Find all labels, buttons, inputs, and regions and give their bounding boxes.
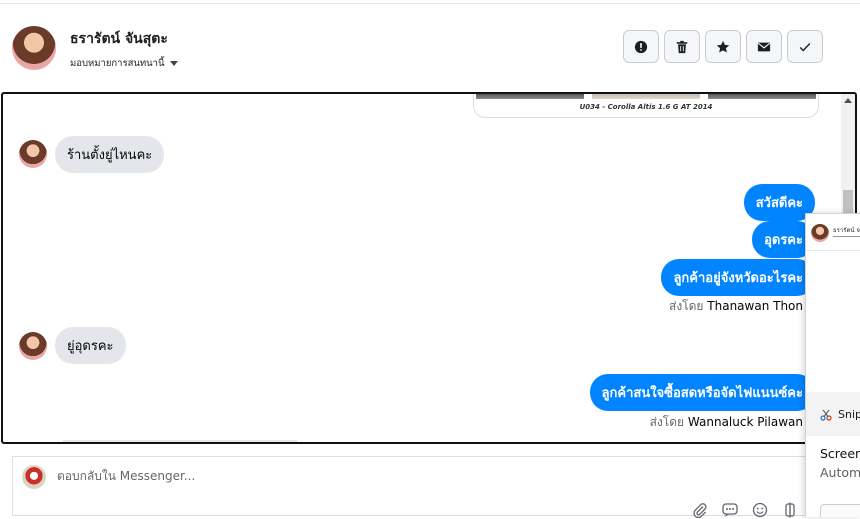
delete-button[interactable] bbox=[664, 30, 700, 63]
contact-name[interactable]: ธรารัตน์ จันสุตะ bbox=[70, 28, 168, 50]
message-thread[interactable]: U034 - Corolla Altis 1.6 G AT 2014 ร้านต… bbox=[1, 92, 857, 444]
reply-input[interactable] bbox=[57, 469, 657, 483]
incoming-message: ร้านตั้งยู่ไหนคะ bbox=[55, 136, 165, 173]
sent-by-label: ส่งโดย Thanawan Thon bbox=[669, 297, 803, 316]
divider bbox=[0, 3, 860, 4]
envelope-icon bbox=[757, 42, 771, 51]
outgoing-message: ลูกค้าสนใจซื้อสดหรือจัดไฟแนนซ์คะ bbox=[589, 374, 815, 411]
car-card-caption: U034 - Corolla Altis 1.6 G AT 2014 bbox=[579, 103, 713, 111]
sent-by-prefix: ส่งโดย bbox=[649, 415, 685, 429]
star-button[interactable] bbox=[705, 30, 741, 63]
thumbnail-name: ธรารัตน์ จ bbox=[833, 227, 860, 234]
contact-avatar-small bbox=[19, 332, 47, 360]
sent-by-label: ส่งโดย Wannaluck Pilawan bbox=[650, 413, 803, 432]
checkmark-icon bbox=[799, 42, 811, 52]
conversation-actions bbox=[623, 30, 823, 63]
more-button[interactable] bbox=[781, 501, 799, 519]
outgoing-message: ลูกค้าอยู่จังหวัดอะไรคะ bbox=[661, 259, 815, 296]
contact-avatar-small bbox=[19, 140, 47, 168]
saved-reply-button[interactable] bbox=[721, 501, 739, 519]
contact-avatar[interactable] bbox=[12, 26, 56, 70]
car-photos bbox=[476, 94, 816, 99]
snipping-tool-notification[interactable]: ธรารัตน์ จ Snipping Tool Screenshot copi… bbox=[805, 213, 860, 517]
exclamation-circle-icon bbox=[634, 40, 648, 53]
emoji-button[interactable] bbox=[751, 501, 769, 519]
assign-label: มอบหมายการสนทนานี้ bbox=[70, 58, 165, 69]
thumbnail-avatar bbox=[811, 224, 829, 242]
notification-subtitle: Automatically saved to screenshots folde… bbox=[820, 465, 860, 480]
reply-toolbar bbox=[691, 501, 799, 519]
notification-app: Snipping Tool bbox=[820, 408, 860, 421]
caret-down-icon bbox=[169, 61, 178, 66]
notification-title: Screenshot copied to clipboard bbox=[820, 446, 860, 461]
conversation-header: ธรารัตน์ จันสุตะ มอบหมายการสนทนานี้ bbox=[0, 0, 860, 92]
car-listing-card[interactable]: U034 - Corolla Altis 1.6 G AT 2014 bbox=[473, 94, 819, 118]
sent-by-agent: Thanawan Thon bbox=[707, 299, 803, 313]
notification-action-button[interactable] bbox=[820, 504, 860, 517]
star-icon bbox=[716, 40, 730, 53]
mark-done-button[interactable] bbox=[787, 30, 823, 63]
mark-unread-button[interactable] bbox=[746, 30, 782, 63]
scissors-icon bbox=[820, 409, 832, 421]
snip-thumbnail: ธรารัตน์ จ bbox=[806, 214, 860, 251]
sent-by-prefix: ส่งโดย bbox=[669, 299, 704, 313]
incoming-message: ยู่อุดรคะ bbox=[55, 327, 126, 364]
agent-avatar bbox=[22, 465, 46, 489]
thumbnail-subline bbox=[833, 236, 860, 237]
notification-app-name: Snipping Tool bbox=[838, 408, 860, 421]
reply-composer bbox=[12, 456, 860, 519]
trash-icon bbox=[676, 40, 688, 53]
assign-conversation-dropdown[interactable]: มอบหมายการสนทนานี้ bbox=[70, 56, 178, 71]
scroll-up-arrow-icon[interactable] bbox=[844, 98, 852, 103]
attach-button[interactable] bbox=[691, 501, 709, 519]
divider bbox=[63, 440, 297, 442]
sent-by-agent: Wannaluck Pilawan bbox=[687, 415, 803, 429]
alert-button[interactable] bbox=[623, 30, 659, 63]
